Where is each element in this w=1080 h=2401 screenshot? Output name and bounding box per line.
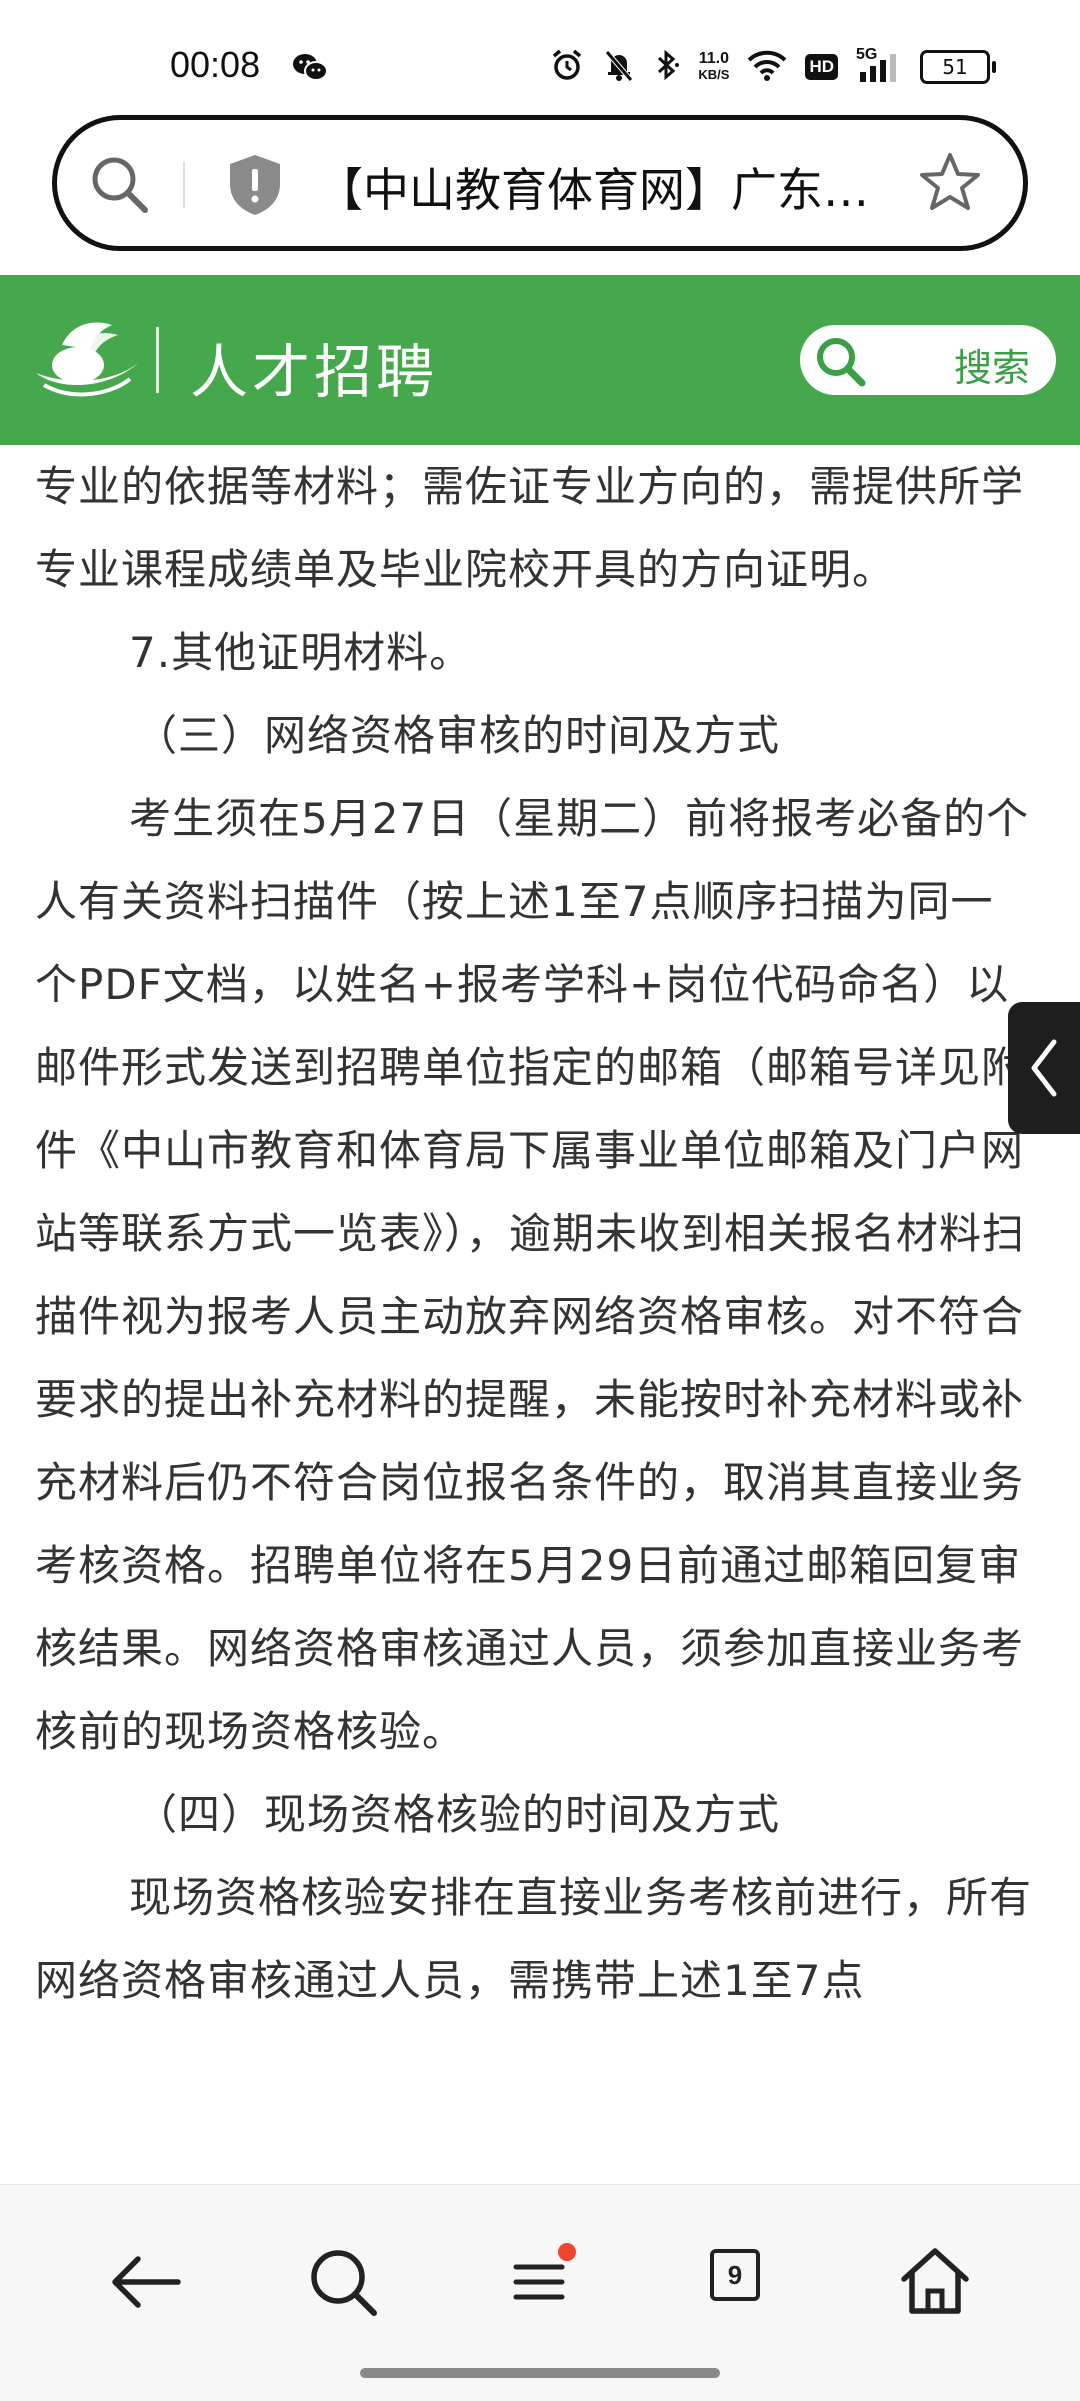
- site-section-title: 人才招聘: [190, 338, 439, 406]
- site-logo-icon[interactable]: [32, 315, 142, 409]
- side-panel-toggle[interactable]: [1008, 1002, 1080, 1134]
- article-paragraph: 考生须在5月27日（星期二）前将报考必备的个人有关资料扫描件（按上述1至7点顺序…: [35, 794, 1030, 1756]
- tab-count: 9: [710, 2249, 760, 2301]
- site-header: 人才招聘 搜索: [0, 275, 1080, 445]
- wechat-notification-icon: [292, 52, 328, 86]
- chevron-left-icon: [1031, 1039, 1057, 1097]
- notification-dot: [558, 2243, 576, 2261]
- article-subheading: （三）网络资格审核的时间及方式: [135, 711, 781, 760]
- alarm-icon: [550, 48, 584, 86]
- search-icon[interactable]: [87, 152, 151, 220]
- cellular-signal-icon: 5G: [856, 46, 902, 84]
- net-speed: 11.0 KB/S: [698, 50, 730, 83]
- home-button[interactable]: [890, 2237, 980, 2327]
- status-bar: 00:08 11.0 KB/S HD 5G 51: [0, 0, 1080, 110]
- home-gesture-bar[interactable]: [360, 2368, 720, 2378]
- search-icon: [812, 333, 866, 391]
- home-icon: [901, 2248, 969, 2314]
- article-subheading: （四）现场资格核验的时间及方式: [135, 1790, 781, 1839]
- shield-icon[interactable]: [225, 152, 285, 222]
- bluetooth-icon: [654, 48, 680, 86]
- article-paragraph: 专业的依据等材料；需佐证专业方向的，需提供所学专业课程成绩单及毕业院校开具的方向…: [35, 462, 1025, 594]
- bookmark-star-icon[interactable]: [917, 150, 983, 220]
- status-icons: 11.0 KB/S HD 5G 51: [550, 46, 996, 86]
- hd-badge: HD: [805, 54, 838, 80]
- wifi-icon: [747, 49, 787, 85]
- header-divider: [156, 327, 159, 393]
- search-icon: [311, 2250, 377, 2316]
- article-content: 专业的依据等材料；需佐证专业方向的，需提供所学专业课程成绩单及毕业院校开具的方向…: [35, 445, 1035, 2022]
- address-divider: [183, 162, 185, 208]
- article-paragraph: 7.其他证明材料。: [129, 628, 473, 677]
- battery-indicator: 51: [920, 50, 996, 84]
- menu-button[interactable]: [494, 2237, 584, 2327]
- search-button[interactable]: [298, 2237, 388, 2327]
- tabs-button[interactable]: 9: [692, 2237, 782, 2327]
- address-bar[interactable]: 【中山教育体育网】广东…: [52, 115, 1028, 251]
- article-paragraph: 现场资格核验安排在直接业务考核前进行，所有网络资格审核通过人员，需携带上述1至7…: [35, 1873, 1033, 2005]
- arrow-left-icon: [112, 2256, 181, 2308]
- site-search-button[interactable]: 搜索: [800, 325, 1056, 395]
- page-url-title[interactable]: 【中山教育体育网】广东…: [317, 154, 937, 220]
- back-button[interactable]: [102, 2237, 192, 2327]
- search-label: 搜索: [953, 346, 1030, 390]
- mute-bell-icon: [602, 48, 636, 86]
- status-time: 00:08: [170, 44, 261, 85]
